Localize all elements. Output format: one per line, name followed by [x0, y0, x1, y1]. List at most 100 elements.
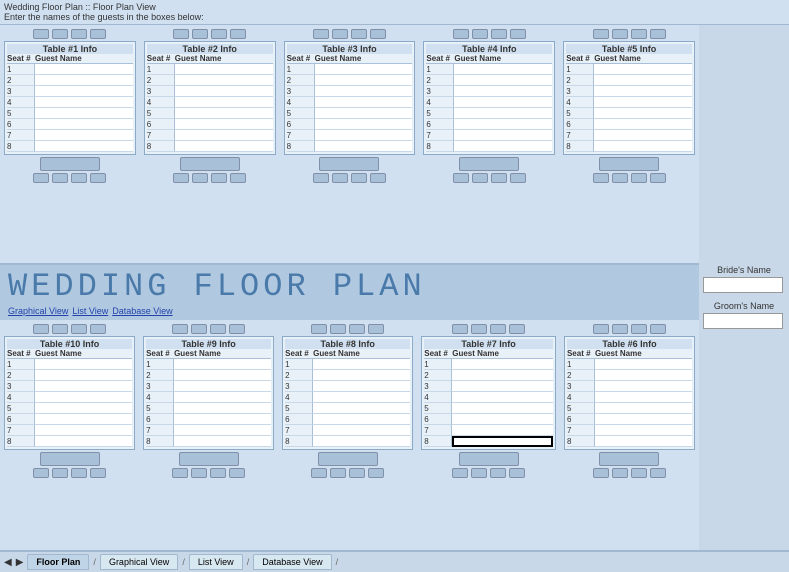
guest-input-6[interactable] — [594, 119, 692, 130]
guest-input-3[interactable] — [594, 86, 692, 97]
guest-input-2[interactable] — [174, 370, 271, 381]
tab-database-view[interactable]: Database View — [253, 554, 331, 570]
tab-floor-plan[interactable]: Floor Plan — [27, 554, 89, 570]
guest-input-3[interactable] — [175, 86, 273, 97]
guest-input-5[interactable] — [35, 108, 133, 119]
list-view-link[interactable]: List View — [72, 306, 108, 316]
guest-input-1[interactable] — [454, 64, 552, 75]
guest-input-2[interactable] — [454, 75, 552, 86]
guest-input-4[interactable] — [175, 97, 273, 108]
chair — [351, 173, 367, 183]
guest-input-8[interactable] — [315, 141, 413, 152]
guest-input-6[interactable] — [174, 414, 271, 425]
guest-input-2[interactable] — [595, 370, 692, 381]
guest-input-6[interactable] — [175, 119, 273, 130]
guest-input-1[interactable] — [174, 359, 271, 370]
guest-input-8[interactable] — [594, 141, 692, 152]
guest-input-2[interactable] — [315, 75, 413, 86]
guest-input-3[interactable] — [35, 86, 133, 97]
groom-name-input[interactable] — [703, 313, 783, 329]
guest-input-4[interactable] — [35, 392, 132, 403]
guest-input-1[interactable] — [35, 64, 133, 75]
guest-input-7[interactable] — [35, 130, 133, 141]
guest-input-7[interactable] — [35, 425, 132, 436]
guest-input-2[interactable] — [594, 75, 692, 86]
guest-input-6[interactable] — [35, 414, 132, 425]
nav-prev[interactable]: ◀ — [4, 557, 12, 568]
seat-num-1: 1 — [566, 64, 594, 75]
guest-input-7[interactable] — [313, 425, 410, 436]
chair — [491, 29, 507, 39]
guest-input-4[interactable] — [595, 392, 692, 403]
guest-input-4[interactable] — [315, 97, 413, 108]
tab-list-view[interactable]: List View — [189, 554, 243, 570]
guest-input-3[interactable] — [174, 381, 271, 392]
guest-input-8[interactable] — [35, 141, 133, 152]
guest-input-8[interactable] — [175, 141, 273, 152]
database-view-link[interactable]: Database View — [112, 306, 172, 316]
guest-input-8[interactable] — [174, 436, 271, 447]
guest-input-3[interactable] — [595, 381, 692, 392]
guest-input-8[interactable] — [454, 141, 552, 152]
guest-input-7[interactable] — [174, 425, 271, 436]
guest-input-7[interactable] — [175, 130, 273, 141]
guest-input-8[interactable] — [595, 436, 692, 447]
guest-input-7[interactable] — [594, 130, 692, 141]
guest-input-5[interactable] — [313, 403, 410, 414]
guest-input-5[interactable] — [595, 403, 692, 414]
seat-num-6: 6 — [567, 414, 595, 425]
guest-input-1[interactable] — [313, 359, 410, 370]
chair — [71, 324, 87, 334]
guest-input-5[interactable] — [454, 108, 552, 119]
chair — [612, 29, 628, 39]
guest-input-6[interactable] — [595, 414, 692, 425]
guest-input-6[interactable] — [454, 119, 552, 130]
guest-input-7[interactable] — [454, 130, 552, 141]
guest-input-5[interactable] — [315, 108, 413, 119]
guest-input-3[interactable] — [313, 381, 410, 392]
guest-input-3[interactable] — [315, 86, 413, 97]
guest-input-1[interactable] — [35, 359, 132, 370]
guest-input-8[interactable] — [313, 436, 410, 447]
guest-input-3[interactable] — [454, 86, 552, 97]
chair — [210, 468, 226, 478]
guest-input-6[interactable] — [315, 119, 413, 130]
guest-input-3[interactable] — [35, 381, 132, 392]
guest-input-1[interactable] — [315, 64, 413, 75]
guest-input-1[interactable] — [175, 64, 273, 75]
guest-input-7[interactable] — [315, 130, 413, 141]
guest-input-4[interactable] — [313, 392, 410, 403]
guest-input-1[interactable] — [595, 359, 692, 370]
guest-input-2[interactable] — [35, 75, 133, 86]
guest-input-4[interactable] — [454, 97, 552, 108]
guest-input-7[interactable] — [595, 425, 692, 436]
guest-input-4[interactable] — [35, 97, 133, 108]
graphical-view-link[interactable]: Graphical View — [8, 306, 68, 316]
guest-input-2[interactable] — [452, 370, 553, 381]
guest-input-6[interactable] — [452, 414, 553, 425]
guest-input-5[interactable] — [175, 108, 273, 119]
guest-input-2[interactable] — [313, 370, 410, 381]
guest-input-5[interactable] — [174, 403, 271, 414]
guest-input-3[interactable] — [452, 381, 553, 392]
guest-input-4[interactable] — [594, 97, 692, 108]
seat-col-header: Seat # — [285, 349, 313, 359]
guest-input-5[interactable] — [452, 403, 553, 414]
guest-input-1[interactable] — [452, 359, 553, 370]
bride-name-input[interactable] — [703, 277, 783, 293]
guest-input-8[interactable] — [452, 436, 553, 447]
tab-graphical-view[interactable]: Graphical View — [100, 554, 178, 570]
guest-input-2[interactable] — [175, 75, 273, 86]
guest-input-8[interactable] — [35, 436, 132, 447]
seat-num-5: 5 — [285, 403, 313, 414]
guest-input-6[interactable] — [313, 414, 410, 425]
guest-input-4[interactable] — [174, 392, 271, 403]
guest-input-4[interactable] — [452, 392, 553, 403]
guest-input-2[interactable] — [35, 370, 132, 381]
guest-input-6[interactable] — [35, 119, 133, 130]
guest-input-5[interactable] — [35, 403, 132, 414]
guest-input-7[interactable] — [452, 425, 553, 436]
guest-input-5[interactable] — [594, 108, 692, 119]
nav-next[interactable]: ▶ — [16, 557, 24, 568]
guest-input-1[interactable] — [594, 64, 692, 75]
